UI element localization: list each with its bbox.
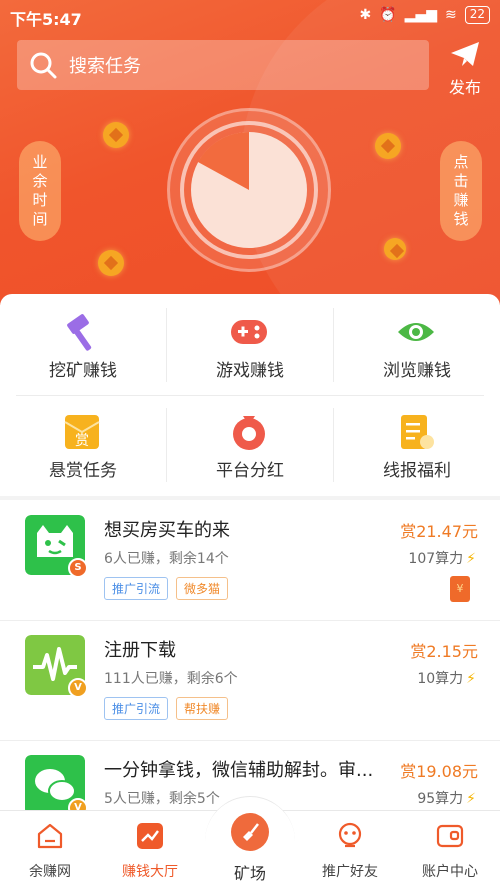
menu-label: 挖矿赚钱 (49, 361, 117, 381)
clipboard-icon (401, 415, 434, 449)
status-time: 下午5:47 (10, 10, 82, 29)
search-placeholder: 搜索任务 (69, 56, 141, 77)
menu-mining[interactable]: 挖矿赚钱 (0, 294, 166, 394)
search-icon (30, 52, 57, 79)
task-title: 一分钟拿钱，微信辅助解封。审... (104, 760, 374, 781)
tab-mine[interactable] (231, 813, 269, 851)
tab-home[interactable]: 余赚网 (0, 811, 100, 889)
trend-icon (137, 823, 163, 849)
tab-label: 推广好友 (322, 864, 378, 880)
click-earn-label: 点击赚钱 (453, 153, 469, 228)
feature-grid: 挖矿赚钱 游戏赚钱 浏览赚钱 赏 悬赏任务 平台分红 线报福利 (0, 294, 500, 496)
hammer-icon (67, 314, 92, 351)
tag-category: 推广引流 (104, 697, 169, 720)
bolt-icon: ⚡ (466, 551, 476, 567)
task-power: 95算力 ⚡ (417, 788, 476, 808)
menu-label: 线报福利 (383, 461, 451, 481)
list-item[interactable]: V 注册下载 111人已赚，剩余6个 推广引流 帮扶赚 赏2.15元 10算力 ⚡ (0, 620, 500, 740)
coin-icon (375, 133, 401, 159)
menu-browse[interactable]: 浏览赚钱 (334, 294, 500, 394)
task-power: 107算力 ⚡ (408, 548, 476, 568)
task-list: S 想买房买车的来 6人已赚，剩余14个 推广引流 微多猫 赏21.47元 10… (0, 500, 500, 810)
menu-label: 浏览赚钱 (383, 361, 451, 381)
menu-dividend[interactable]: 平台分红 (167, 394, 333, 494)
power-value: 95算力 (417, 791, 464, 807)
menu-tips[interactable]: 线报福利 (334, 394, 500, 494)
home-icon (37, 823, 63, 849)
status-icons: ✱ ⏰ ▂▄▆ ≋ 22 (359, 6, 490, 24)
task-reward: 赏19.08元 (400, 762, 478, 781)
menu-label: 悬赏任务 (49, 461, 117, 481)
task-reward: 赏21.47元 (400, 522, 478, 541)
menu-rewards[interactable]: 赏 悬赏任务 (0, 394, 166, 494)
tab-label: 赚钱大厅 (122, 864, 178, 880)
wifi-icon: ≋ (444, 7, 457, 23)
list-item[interactable]: S 想买房买车的来 6人已赚，剩余14个 推广引流 微多猫 赏21.47元 10… (0, 500, 500, 620)
mascot-icon (338, 822, 362, 848)
spare-time-label: 业余时间 (32, 153, 48, 228)
publish-button[interactable]: 发布 (440, 40, 490, 97)
bluetooth-icon: ✱ (359, 7, 372, 23)
tag-source: 帮扶赚 (176, 697, 229, 720)
task-stats: 6人已赚，剩余14个 (104, 551, 229, 567)
task-power: 10算力 ⚡ (417, 668, 476, 688)
bolt-icon: ⚡ (466, 671, 476, 687)
dial-progress-icon (191, 131, 307, 248)
tab-label: 余赚网 (29, 864, 71, 880)
coin-icon (98, 250, 124, 276)
reward-envelope-icon: 赏 (64, 415, 100, 449)
power-value: 107算力 (408, 551, 464, 567)
click-earn-button[interactable]: 点击赚钱 (440, 141, 482, 241)
task-tags: 推广引流 帮扶赚 (104, 697, 229, 720)
menu-label: 游戏赚钱 (216, 361, 284, 381)
task-stats: 5人已赚，剩余5个 (104, 791, 220, 807)
task-tags: 推广引流 微多猫 (104, 577, 229, 600)
mining-dial[interactable] (167, 108, 331, 272)
task-title: 想买房买车的来 (104, 520, 230, 541)
status-bar: 下午5:47 ✱ ⏰ ▂▄▆ ≋ 22 (0, 0, 500, 32)
menu-games[interactable]: 游戏赚钱 (167, 294, 333, 394)
gamepad-icon (231, 320, 267, 344)
coin-icon (384, 238, 406, 260)
shovel-icon (243, 823, 259, 841)
bolt-icon: ⚡ (466, 791, 476, 807)
search-bar[interactable]: 搜索任务 (17, 40, 429, 90)
battery-icon: 22 (464, 6, 490, 24)
red-packet-icon: ¥ (450, 576, 470, 602)
tag-category: 推广引流 (104, 577, 169, 600)
power-value: 10算力 (417, 671, 464, 687)
badge-v: V (68, 678, 88, 698)
paper-plane-icon (451, 42, 479, 66)
tab-label: 矿场 (233, 864, 266, 883)
tab-label: 账户中心 (422, 864, 478, 880)
tag-source: 微多猫 (176, 577, 229, 600)
badge-s: S (68, 558, 88, 578)
eye-icon (398, 323, 434, 341)
tab-hall[interactable]: 赚钱大厅 (100, 811, 200, 889)
wallet-icon (436, 824, 464, 848)
alarm-icon: ⏰ (379, 7, 397, 23)
spare-time-button[interactable]: 业余时间 (19, 141, 61, 241)
menu-label: 平台分红 (216, 461, 284, 481)
publish-label: 发布 (448, 78, 481, 97)
svg-text:赏: 赏 (75, 433, 89, 449)
signal-icon: ▂▄▆ (404, 7, 437, 23)
badge-v: V (68, 798, 88, 810)
tab-account[interactable]: 账户中心 (400, 811, 500, 889)
task-title: 注册下载 (104, 640, 176, 661)
coin-icon (103, 122, 129, 148)
money-bag-icon (233, 416, 265, 450)
task-stats: 111人已赚，剩余6个 (104, 671, 238, 687)
tab-invite[interactable]: 推广好友 (300, 811, 400, 889)
task-reward: 赏2.15元 (410, 642, 478, 661)
